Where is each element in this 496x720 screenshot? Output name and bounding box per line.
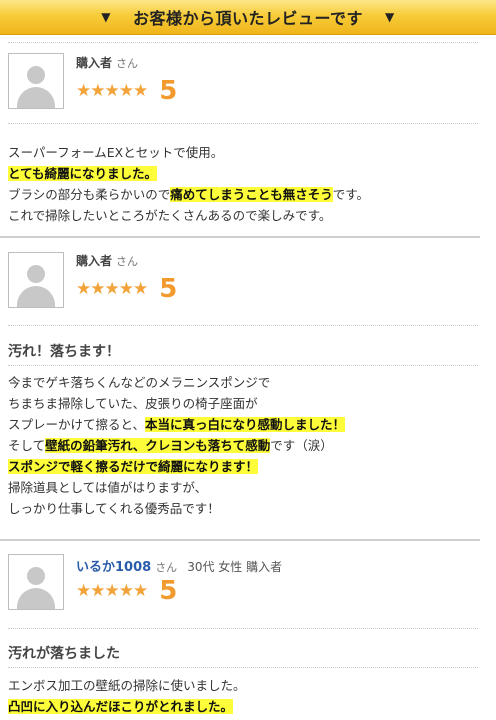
star-rating-icon: ★★★★★ [76, 581, 148, 601]
divider [8, 628, 478, 629]
review-text-line: スプレーかけて擦ると、本当に真っ白になり感動しました！ [8, 414, 484, 435]
reviewer-name: 購入者 [76, 254, 113, 268]
review-text: です（涙） [270, 438, 333, 453]
review-text-line: ブラシの部分も柔らかいので痛めてしまうことも無さそうです。 [8, 184, 484, 205]
review-text-line: しっかり仕事してくれる優秀品です！ [8, 498, 484, 519]
avatar [8, 554, 64, 610]
review-text: ちまちま掃除していた、皮張りの椅子座面が [8, 396, 258, 411]
highlighted-text: スポンジで軽く擦るだけで綺麗になります！ [8, 459, 259, 474]
highlighted-text: 凸凹に入り込んだほこりがとれました。 [8, 699, 234, 714]
rating-row: ★★★★★ 5 [76, 78, 177, 104]
review-text: しっかり仕事してくれる優秀品です！ [8, 501, 220, 516]
divider [8, 42, 478, 43]
rating-score: 5 [159, 576, 178, 606]
rating-row: ★★★★★ 5 [76, 276, 177, 302]
star-rating-icon: ★★★★★ [76, 279, 148, 299]
rating-score: 5 [159, 274, 178, 304]
review-text: 掃除道具としては値がはりますが、 [8, 480, 208, 495]
rating-score: 5 [159, 76, 178, 106]
reviews-banner: ▼ お客様から頂いたレビューです ▼ [0, 0, 496, 35]
divider [8, 123, 478, 124]
reviewer-name: 購入者 [76, 56, 113, 70]
honorific: さん [116, 255, 139, 268]
review-body: 今までゲキ落ちくんなどのメラニンスポンジで ちまちま掃除していた、皮張りの椅子座面… [8, 372, 484, 519]
honorific: さん [116, 57, 139, 70]
highlighted-text: 痛めてしまうことも無さそう [170, 187, 333, 202]
review-text-line: そして壁紙の鉛筆汚れ、クレヨンも落ちて感動です（涙） [8, 435, 484, 456]
review-text: ブラシの部分も柔らかいので [8, 187, 171, 202]
review-text: 今までゲキ落ちくんなどのメラニンスポンジで [8, 375, 271, 390]
banner-title: お客様から頂いたレビューです [132, 9, 364, 28]
rating-row: ★★★★★ 5 [76, 578, 177, 604]
review-text: そして [8, 438, 46, 453]
review-text-line: スーパーフォームEXとセットで使用。 [8, 142, 484, 163]
star-rating-icon: ★★★★★ [76, 81, 148, 101]
review-text-line: エンボス加工の壁紙の掃除に使いました。 [8, 675, 484, 696]
down-triangle-icon: ▼ [385, 10, 395, 24]
review-separator [0, 539, 480, 541]
down-triangle-icon: ▼ [101, 10, 111, 24]
divider [8, 365, 478, 366]
review-text-line: 掃除道具としては値がはりますが、 [8, 477, 484, 498]
reviewer-meta: 30代 女性 購入者 [187, 560, 283, 574]
avatar [8, 252, 64, 308]
reviewer-name-row: 購入者 さん [76, 54, 138, 71]
review-text-line: 今までゲキ落ちくんなどのメラニンスポンジで [8, 372, 484, 393]
review-body: エンボス加工の壁紙の掃除に使いました。 凸凹に入り込んだほこりがとれました。 [8, 675, 484, 717]
divider [8, 325, 478, 326]
avatar [8, 53, 64, 109]
review-text: スーパーフォームEXとセットで使用。 [8, 145, 224, 160]
reviewer-name-row: いるか1008 さん 30代 女性 購入者 [76, 556, 282, 575]
review-text: これで掃除したいところがたくさんあるので楽しみです。 [8, 208, 332, 223]
highlighted-text: 壁紙の鉛筆汚れ、クレヨンも落ちて感動 [45, 438, 271, 453]
review-title: 汚れが落ちました [8, 646, 120, 662]
reviewer-name-row: 購入者 さん [76, 252, 138, 269]
highlighted-text: とても綺麗になりました。 [8, 166, 158, 181]
review-text-line: ちまちま掃除していた、皮張りの椅子座面が [8, 393, 484, 414]
highlighted-text: 本当に真っ白になり感動しました！ [145, 417, 346, 432]
review-text-line: これで掃除したいところがたくさんあるので楽しみです。 [8, 205, 484, 226]
reviewer-name-link[interactable]: いるか1008 [76, 560, 151, 575]
review-title: 汚れ！落ちます！ [8, 344, 120, 360]
divider [8, 667, 478, 668]
review-text-line: とても綺麗になりました。 [8, 163, 484, 184]
review-body: スーパーフォームEXとセットで使用。 とても綺麗になりました。 ブラシの部分も柔らか… [8, 142, 484, 226]
review-text: エンボス加工の壁紙の掃除に使いました。 [8, 678, 246, 693]
review-text: です。 [332, 187, 370, 202]
review-text-line: 凸凹に入り込んだほこりがとれました。 [8, 696, 484, 717]
review-separator [0, 236, 480, 238]
review-text-line: スポンジで軽く擦るだけで綺麗になります！ [8, 456, 484, 477]
review-text: スプレーかけて擦ると、 [8, 417, 146, 432]
honorific: さん [155, 561, 178, 574]
